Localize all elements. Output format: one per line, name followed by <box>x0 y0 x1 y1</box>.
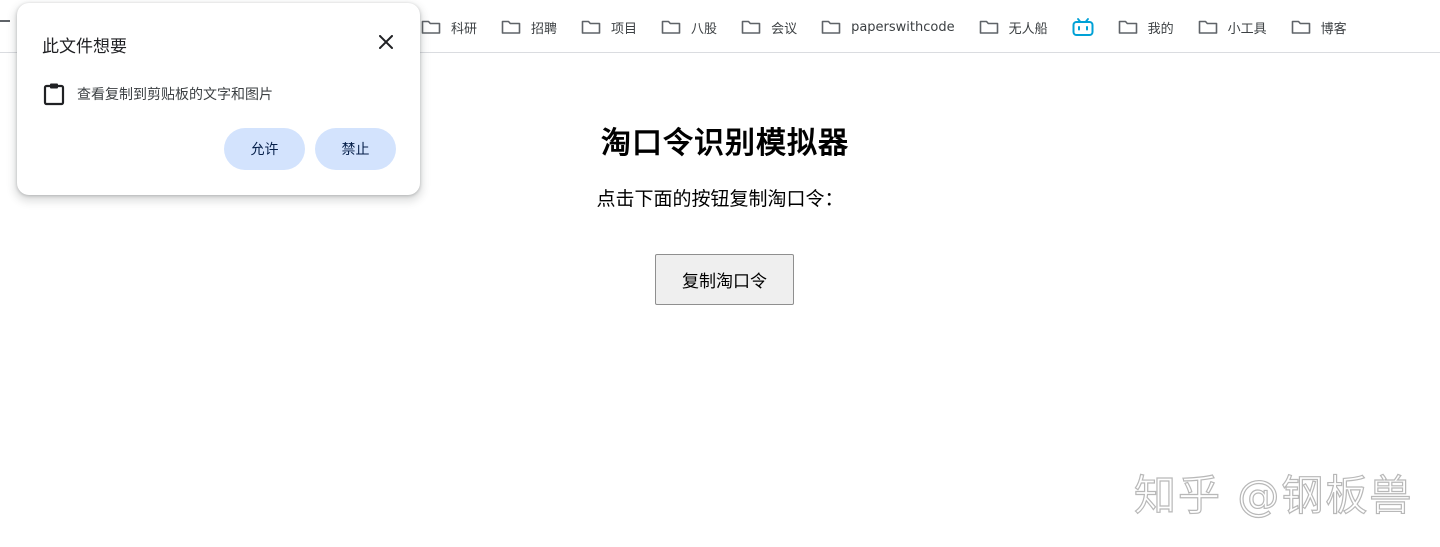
folder-icon <box>421 20 441 34</box>
folder-icon <box>979 20 998 34</box>
bookmark-label: 会议 <box>771 21 798 37</box>
copy-taokouling-button[interactable]: 复制淘口令 <box>655 254 794 305</box>
folder-icon <box>1198 20 1217 34</box>
clipboard-permission-popup: 此文件想要 查看复制到剪贴板的文字和图片 允许 禁止 <box>17 3 420 195</box>
bilibili-tv-icon <box>1072 18 1094 36</box>
permission-row: 查看复制到剪贴板的文字和图片 <box>43 81 273 107</box>
bookmark-label: 科研 <box>451 21 478 37</box>
bookmark-label: 八股 <box>691 21 718 37</box>
bookmark-label: 博客 <box>1320 21 1347 37</box>
bookmark-bilibili[interactable] <box>1072 15 1104 39</box>
bookmark-label: 招聘 <box>531 21 558 37</box>
zhihu-watermark: 知乎 @钢板兽 <box>1133 470 1414 520</box>
popup-title: 此文件想要 <box>42 37 127 57</box>
bookmark-folder-wode[interactable]: 我的 <box>1118 15 1184 39</box>
folder-icon <box>821 20 841 34</box>
close-button[interactable] <box>375 31 397 53</box>
folder-icon <box>741 20 761 34</box>
close-icon <box>379 35 393 49</box>
clipboard-icon <box>43 83 65 106</box>
bookmark-folder-bagu[interactable]: 八股 <box>661 15 727 39</box>
bookmark-label: 项目 <box>611 21 638 37</box>
folder-icon <box>1291 20 1310 34</box>
block-button[interactable]: 禁止 <box>315 128 396 170</box>
folder-icon <box>661 20 681 34</box>
folder-icon <box>581 20 601 34</box>
bookmark-folder-xiaogongju[interactable]: 小工具 <box>1198 15 1277 39</box>
bookmark-folder-paperswithcode[interactable]: paperswithcode <box>821 15 965 39</box>
bookmark-folder-boke[interactable]: 博客 <box>1291 15 1357 39</box>
bookmark-folder-xiangmu[interactable]: 项目 <box>581 15 647 39</box>
folder-icon <box>501 20 521 34</box>
bookmark-folder-keyan[interactable]: 科研 <box>421 15 487 39</box>
bookmark-folder-wurenchuan[interactable]: 无人船 <box>979 15 1058 39</box>
allow-button[interactable]: 允许 <box>224 128 305 170</box>
bookmark-label: 我的 <box>1147 21 1174 37</box>
bookmark-folder-huiyi[interactable]: 会议 <box>741 15 807 39</box>
bookmarks-list: 科研 招聘 项目 八股 会议 paperswithcode 无人船 我的 小工具… <box>421 15 1371 39</box>
bookmark-label: 小工具 <box>1227 21 1267 37</box>
permission-description: 查看复制到剪贴板的文字和图片 <box>77 87 273 103</box>
bookmarks-overflow-edge <box>0 20 10 22</box>
folder-icon <box>1118 20 1137 34</box>
bookmark-label: paperswithcode <box>851 19 955 35</box>
bookmark-label: 无人船 <box>1008 21 1048 37</box>
bookmark-folder-zhaopin[interactable]: 招聘 <box>501 15 567 39</box>
